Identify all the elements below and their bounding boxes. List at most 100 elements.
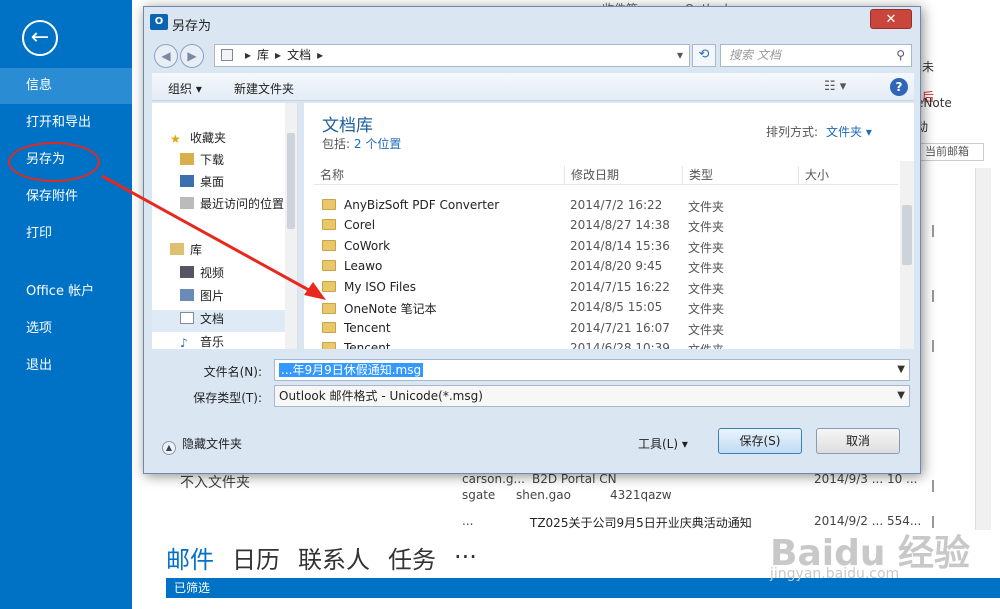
rail-item-office-account[interactable]: Office 帐户 bbox=[0, 274, 132, 310]
libraries-icon bbox=[170, 243, 184, 255]
nav-desktop[interactable]: 桌面 bbox=[180, 173, 224, 190]
dialog-toolbar: 组织 ▾ 新建文件夹 ☷ ▾ ? bbox=[152, 73, 914, 101]
chevron-down-icon[interactable]: ▾ bbox=[677, 45, 683, 66]
view-options-icon[interactable]: ☷ ▾ bbox=[824, 79, 846, 94]
filetype-select[interactable]: Outlook 邮件格式 - Unicode(*.msg) ▼ bbox=[274, 385, 910, 407]
nav-label: 桌面 bbox=[200, 175, 225, 189]
col-size[interactable]: 大小 bbox=[798, 166, 829, 184]
save-button[interactable]: 保存(S) bbox=[718, 428, 802, 454]
nav-more[interactable]: ··· bbox=[454, 543, 477, 571]
file-type: 文件夹 bbox=[688, 200, 725, 214]
col-date[interactable]: 修改日期 bbox=[564, 166, 619, 184]
mail-subject: shen.gao bbox=[516, 488, 571, 502]
file-name: Corel bbox=[344, 218, 376, 232]
file-row[interactable]: CoWork 2014/8/14 15:36 文件夹 bbox=[314, 236, 898, 256]
nav-favorites[interactable]: ★ 收藏夹 bbox=[170, 129, 226, 146]
organize-button[interactable]: 组织 ▾ bbox=[168, 80, 202, 97]
folder-item[interactable]: 不入文件夹 bbox=[180, 472, 250, 492]
nav-music[interactable]: ♪ 音乐 bbox=[180, 333, 224, 349]
flag-icon[interactable] bbox=[932, 340, 944, 352]
flag-icon[interactable] bbox=[932, 225, 944, 237]
filename-field[interactable]: ...年9月9日休假通知.msg ▼ bbox=[274, 359, 910, 381]
includes-link[interactable]: 2 个位置 bbox=[354, 137, 401, 151]
mailbox-scope-dropdown[interactable]: 当前邮箱 bbox=[920, 143, 984, 161]
search-input[interactable]: 搜索 文档 ⚲ bbox=[720, 44, 912, 67]
chevron-down-icon[interactable]: ▼ bbox=[897, 360, 905, 380]
column-header: 名称 修改日期 类型 大小 bbox=[314, 161, 898, 185]
nav-videos[interactable]: 视频 bbox=[180, 264, 224, 281]
file-row[interactable]: Tencent 2014/6/28 10:39 文件夹 bbox=[314, 338, 898, 349]
mail-from: sgate bbox=[462, 488, 496, 502]
help-icon[interactable]: ? bbox=[890, 78, 908, 96]
filetype-label: 保存类型(T): bbox=[193, 391, 262, 405]
rail-item-exit[interactable]: 退出 bbox=[0, 348, 132, 384]
file-name: CoWork bbox=[344, 239, 391, 253]
path-box[interactable]: ▸ 库 ▸ 文档 ▸ ▾ bbox=[214, 44, 690, 67]
nav-scroll-thumb[interactable] bbox=[287, 133, 295, 229]
file-list-scroll-thumb[interactable] bbox=[902, 205, 912, 265]
rail-item-options[interactable]: 选项 bbox=[0, 311, 132, 347]
nav-pictures[interactable]: 图片 bbox=[180, 287, 224, 304]
nav-tasks[interactable]: 任务 bbox=[388, 540, 436, 575]
rail-item-save-attachments[interactable]: 保存附件 bbox=[0, 179, 132, 215]
save-as-dialog: O 另存为 ✕ ◀ ▶ ▸ 库 ▸ 文档 ▸ ▾ ⟲ 搜索 文档 ⚲ 组织 ▾ 新建文件… bbox=[143, 6, 921, 474]
back-icon[interactable]: ◀ bbox=[154, 44, 178, 68]
file-row[interactable]: AnyBizSoft PDF Converter 2014/7/2 16:22 文件… bbox=[314, 195, 898, 215]
refresh-icon[interactable]: ⟲ bbox=[692, 44, 716, 67]
right-ribbon-fragment: 未 后 eNote 动 bbox=[916, 50, 1000, 134]
navigation-pane: ★ 收藏夹 下载 桌面 最近访问的位置 库 视频 图片 文档 ♪ 音乐 bbox=[152, 103, 298, 349]
nav-mail[interactable]: 邮件 bbox=[166, 540, 214, 575]
download-folder-icon bbox=[180, 153, 194, 165]
folder-icon bbox=[322, 240, 336, 251]
file-name: AnyBizSoft PDF Converter bbox=[344, 198, 500, 212]
close-button[interactable]: ✕ bbox=[870, 9, 912, 29]
file-list-scrollbar[interactable] bbox=[900, 161, 914, 349]
file-name: My ISO Files bbox=[344, 280, 417, 294]
library-title: 文档库 bbox=[322, 116, 373, 136]
video-icon bbox=[180, 266, 194, 278]
nav-recent[interactable]: 最近访问的位置 bbox=[180, 195, 284, 212]
address-bar: ◀ ▶ ▸ 库 ▸ 文档 ▸ ▾ ⟲ 搜索 文档 ⚲ bbox=[152, 43, 914, 69]
nav-documents[interactable]: 文档 bbox=[180, 310, 224, 327]
nav-calendar[interactable]: 日历 bbox=[232, 540, 280, 575]
rail-item-print[interactable]: 打印 bbox=[0, 216, 132, 252]
save-form: 文件名(N): ...年9月9日休假通知.msg ▼ 保存类型(T): Outlo… bbox=[152, 353, 914, 415]
nav-label: 文档 bbox=[200, 312, 225, 326]
col-type[interactable]: 类型 bbox=[682, 166, 713, 184]
col-name[interactable]: 名称 bbox=[314, 166, 344, 184]
rail-item-info[interactable]: 信息 bbox=[0, 68, 132, 104]
mail-list-scrollbar[interactable] bbox=[975, 168, 991, 530]
nav-contacts[interactable]: 联系人 bbox=[298, 540, 370, 575]
dialog-footer: ▲ 隐藏文件夹 工具(L) ▾ 保存(S) 取消 bbox=[152, 419, 914, 467]
arrange-dropdown[interactable]: 文件夹 ▾ bbox=[826, 125, 872, 139]
filename-value: ...年9月9日休假通知.msg bbox=[279, 363, 424, 377]
search-icon[interactable]: ⚲ bbox=[896, 45, 905, 66]
new-folder-button[interactable]: 新建文件夹 bbox=[234, 80, 294, 97]
nav-scrollbar[interactable] bbox=[285, 103, 297, 349]
flag-icon[interactable] bbox=[932, 480, 944, 492]
library-icon bbox=[221, 49, 233, 61]
back-arrow-icon[interactable]: ← bbox=[22, 20, 58, 56]
nav-downloads[interactable]: 下载 bbox=[180, 151, 224, 168]
nav-libraries[interactable]: 库 bbox=[170, 241, 202, 258]
forward-icon[interactable]: ▶ bbox=[180, 44, 204, 68]
breadcrumb-documents[interactable]: 文档 bbox=[287, 48, 311, 62]
file-row[interactable]: Tencent 2014/7/21 16:07 文件夹 bbox=[314, 318, 898, 338]
search-placeholder: 搜索 文档 bbox=[729, 48, 781, 62]
breadcrumb-library[interactable]: 库 bbox=[257, 48, 269, 62]
file-row[interactable]: OneNote 笔记本 2014/8/5 15:05 文件夹 bbox=[314, 297, 898, 317]
rail-item-open-export[interactable]: 打开和导出 bbox=[0, 105, 132, 141]
file-name: Tencent bbox=[344, 321, 391, 335]
cancel-button[interactable]: 取消 bbox=[816, 428, 900, 454]
flag-icon[interactable] bbox=[932, 290, 944, 302]
hide-folders-toggle[interactable]: ▲ 隐藏文件夹 bbox=[162, 435, 242, 455]
filename-label: 文件名(N): bbox=[203, 365, 262, 379]
folder-icon bbox=[322, 199, 336, 210]
chevron-down-icon[interactable]: ▼ bbox=[897, 386, 905, 406]
file-row[interactable]: Corel 2014/8/27 14:38 文件夹 bbox=[314, 215, 898, 235]
dialog-titlebar[interactable]: O 另存为 ✕ bbox=[144, 7, 920, 37]
tools-dropdown[interactable]: 工具(L) ▾ bbox=[638, 435, 688, 452]
nav-label: 收藏夹 bbox=[190, 131, 227, 145]
file-row[interactable]: Leawo 2014/8/20 9:45 文件夹 bbox=[314, 256, 898, 276]
file-row[interactable]: My ISO Files 2014/7/15 16:22 文件夹 bbox=[314, 277, 898, 297]
